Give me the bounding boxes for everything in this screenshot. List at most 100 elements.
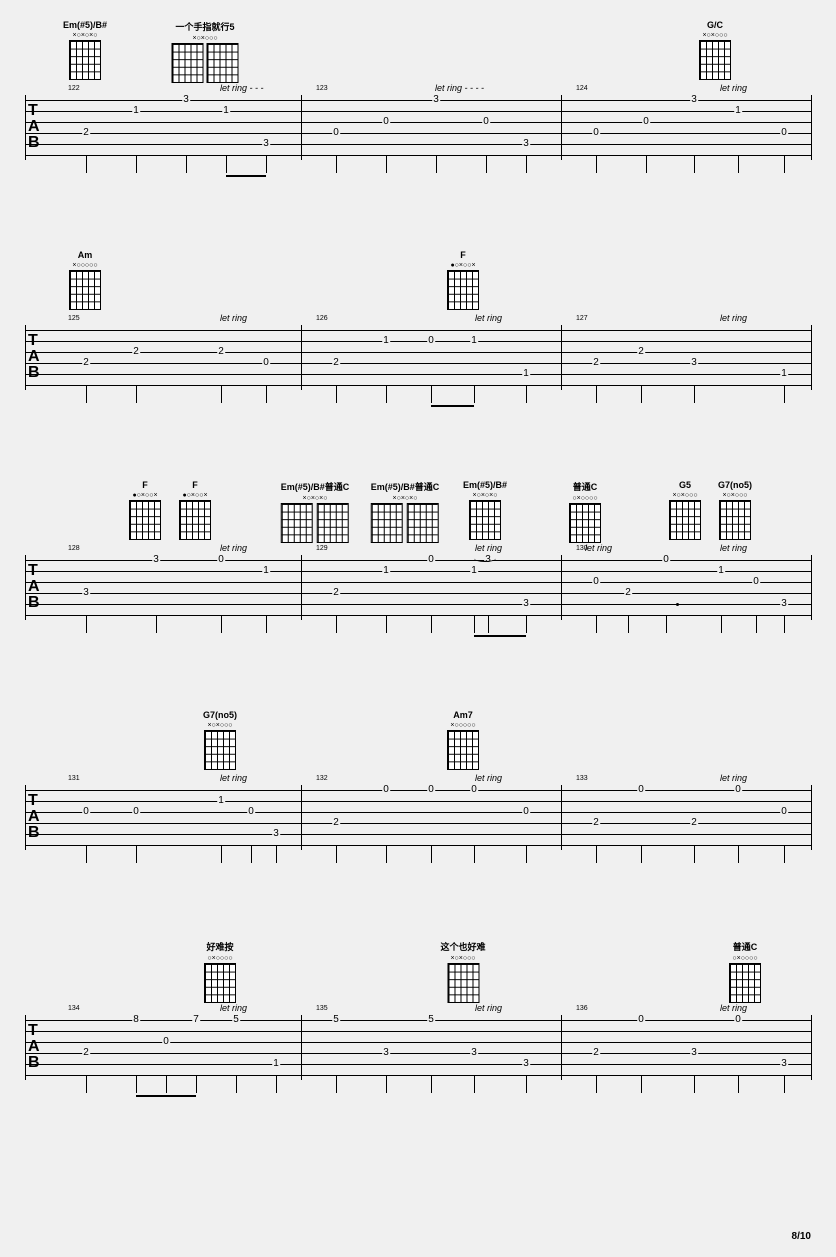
note-stem [738, 1075, 739, 1093]
let-ring-annotation: let ring [220, 1003, 247, 1013]
tab-page: Em(#5)/B#×○×○×○一个手指就行5×○×○○○G/C×○×○○○let… [0, 0, 836, 1257]
barline [301, 785, 302, 850]
fret-number: 1 [132, 106, 140, 116]
chord-row: G7(no5)×○×○○○Am7×○○○○○let ringlet ringle… [25, 710, 811, 785]
tab-label-t: T [28, 794, 38, 807]
staff-line [26, 133, 811, 134]
note-stem [474, 385, 475, 403]
chord-diagram [204, 963, 236, 1003]
fret-number: 0 [382, 785, 390, 795]
fret-number: 1 [734, 106, 742, 116]
tab-staff: TAB1251261272220210112231 [25, 325, 812, 390]
fret-number: 2 [82, 1048, 90, 1058]
note-stem [86, 1075, 87, 1093]
note-stem [336, 155, 337, 173]
tab-staff: TAB122123124213130030300310 [25, 95, 812, 160]
chord-markers: ○×○○○○ [569, 495, 601, 502]
staff-line [26, 1064, 811, 1065]
measure-number: 133 [576, 775, 588, 782]
note-stem [386, 385, 387, 403]
fret-number: 1 [717, 566, 725, 576]
fret-number: 2 [624, 588, 632, 598]
chord-diagram [317, 503, 349, 543]
tab-system: G7(no5)×○×○○○Am7×○○○○○let ringlet ringle… [25, 710, 811, 905]
chord-name: G7(no5) [718, 480, 752, 490]
fret-number: 2 [217, 347, 225, 357]
fret-number: 2 [82, 358, 90, 368]
note-stem [784, 615, 785, 633]
chord-markers: ×○×○×○ [463, 492, 507, 499]
chord-name: G7(no5) [203, 710, 237, 720]
chord-name: 普通C [729, 940, 761, 953]
chord-diagram [69, 40, 101, 80]
measure-number: 125 [68, 315, 80, 322]
note-stem [221, 615, 222, 633]
note-stem [431, 615, 432, 633]
note-stem [488, 615, 489, 633]
tab-label-t: T [28, 564, 38, 577]
note-stem [431, 845, 432, 863]
chord-diagram [281, 503, 313, 543]
chord-name: Am [69, 250, 101, 260]
chord-block: F●○×○○× [179, 480, 211, 540]
fret-number: 3 [382, 1048, 390, 1058]
dot [676, 603, 679, 606]
fret-number: 1 [522, 369, 530, 379]
note-stem [136, 1075, 137, 1093]
staff-line [26, 330, 811, 331]
staff-line [26, 801, 811, 802]
note-stem [266, 615, 267, 633]
fret-number: 3 [182, 95, 190, 105]
barline [301, 555, 302, 620]
fret-number: 1 [382, 566, 390, 576]
note-stem [526, 845, 527, 863]
note-stem [386, 845, 387, 863]
staff-line [26, 341, 811, 342]
fret-number: 1 [272, 1059, 280, 1069]
chord-diagram [371, 503, 403, 543]
let-ring-annotation: let ring [475, 543, 502, 553]
fret-number: 0 [132, 807, 140, 817]
fret-number: 1 [382, 336, 390, 346]
note-stem [386, 1075, 387, 1093]
fret-number: 2 [332, 818, 340, 828]
let-ring-annotation: let ring [720, 773, 747, 783]
chord-diagram [407, 503, 439, 543]
note-stem [474, 845, 475, 863]
staff-line [26, 374, 811, 375]
chord-name: F [129, 480, 161, 490]
page-number: 8/10 [792, 1231, 811, 1242]
chord-block: G7(no5)×○×○○○ [718, 480, 752, 540]
fret-number: 3 [82, 588, 90, 598]
fret-number: 3 [522, 139, 530, 149]
fret-number: 5 [427, 1015, 435, 1025]
chord-block: Em(#5)/B#×○×○×○ [63, 20, 107, 80]
note-stem [474, 615, 475, 633]
staff-line [26, 571, 811, 572]
tab-label-t: T [28, 334, 38, 347]
systems-container: Em(#5)/B#×○×○×○一个手指就行5×○×○○○G/C×○×○○○let… [25, 20, 811, 1135]
fret-number: 2 [637, 347, 645, 357]
chord-diagram [172, 43, 204, 83]
note-stem [86, 155, 87, 173]
fret-number: 1 [470, 566, 478, 576]
chord-block: Em(#5)/B#×○×○×○ [463, 480, 507, 540]
note-stem [784, 1075, 785, 1093]
chord-diagram [204, 730, 236, 770]
chord-name: G/C [699, 20, 731, 30]
measure-number: 135 [316, 1005, 328, 1012]
chord-name: Em(#5)/B#普通C [281, 480, 350, 493]
staff-line [26, 1031, 811, 1032]
fret-number: 7 [192, 1015, 200, 1025]
let-ring-annotation: let ring [585, 543, 612, 553]
chord-block: Am×○○○○○ [69, 250, 101, 310]
fret-number: 0 [734, 785, 742, 795]
note-stem [156, 615, 157, 633]
staff-line [26, 604, 811, 605]
chord-diagram [69, 270, 101, 310]
fret-number: 3 [262, 139, 270, 149]
barline [301, 1015, 302, 1080]
chord-markers: ×○×○○○ [699, 32, 731, 39]
chord-block: 好难按○×○○○○ [204, 940, 236, 1003]
fret-number: 0 [427, 336, 435, 346]
